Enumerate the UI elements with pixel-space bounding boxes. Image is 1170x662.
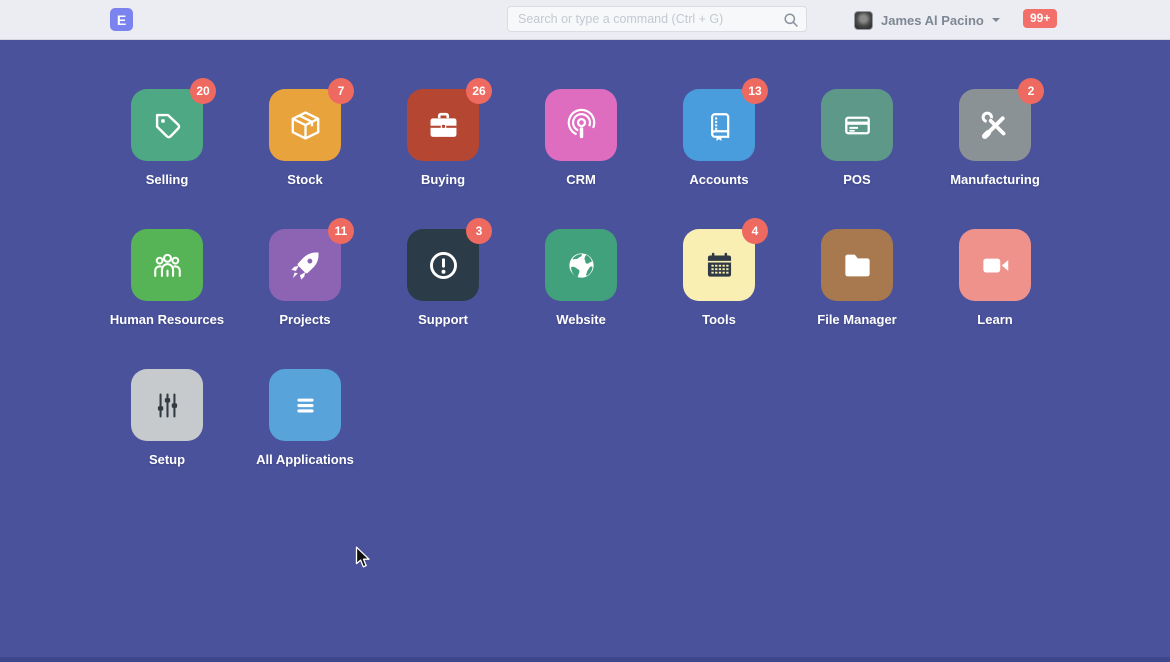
app-tile-buying[interactable]: 26 Buying [374, 89, 512, 187]
book-icon [701, 107, 738, 144]
app-label: Accounts [689, 172, 748, 187]
tag-icon [149, 107, 186, 144]
app-tile-square [821, 89, 893, 161]
app-tile-projects[interactable]: 11 Projects [236, 229, 374, 327]
user-avatar [854, 11, 873, 30]
app-label: Tools [702, 312, 736, 327]
app-label: Setup [149, 452, 185, 467]
user-menu[interactable]: James Al Pacino [854, 0, 1000, 40]
credit-card-icon [839, 107, 876, 144]
app-tile-square: 20 [131, 89, 203, 161]
desktop-background: 20 Selling 7 Stock 26 Buying CRM 13 Acco… [0, 40, 1170, 662]
app-tile-website[interactable]: Website [512, 229, 650, 327]
global-search [507, 6, 807, 32]
search-input[interactable] [508, 7, 806, 31]
people-icon [149, 247, 186, 284]
notifications-count-badge[interactable]: 99+ [1023, 9, 1057, 28]
app-tile-square: 11 [269, 229, 341, 301]
user-name: James Al Pacino [881, 13, 984, 28]
app-tile-selling[interactable]: 20 Selling [98, 89, 236, 187]
app-label: Stock [287, 172, 322, 187]
app-tile-square [131, 369, 203, 441]
issue-icon [425, 247, 462, 284]
app-label: Learn [977, 312, 1012, 327]
calendar-icon [701, 247, 738, 284]
app-label: Buying [421, 172, 465, 187]
app-label: POS [843, 172, 870, 187]
app-tile-all-applications[interactable]: All Applications [236, 369, 374, 467]
notification-badge: 2 [1018, 78, 1044, 104]
notification-badge: 20 [190, 78, 216, 104]
app-tile-square [545, 89, 617, 161]
app-label: Website [556, 312, 606, 327]
app-tile-human-resources[interactable]: Human Resources [98, 229, 236, 327]
app-tile-square: 7 [269, 89, 341, 161]
app-tile-crm[interactable]: CRM [512, 89, 650, 187]
notification-badge: 11 [328, 218, 354, 244]
app-tile-square [545, 229, 617, 301]
app-label: All Applications [256, 452, 354, 467]
mouse-cursor [355, 546, 372, 569]
search-icon [783, 12, 799, 28]
notification-badge: 4 [742, 218, 768, 244]
app-tile-square [959, 229, 1031, 301]
chevron-down-icon [992, 18, 1000, 22]
app-tile-square: 13 [683, 89, 755, 161]
app-tile-square: 2 [959, 89, 1031, 161]
app-label: Human Resources [110, 312, 224, 327]
app-label: Manufacturing [950, 172, 1040, 187]
notification-badge: 3 [466, 218, 492, 244]
app-tile-tools[interactable]: 4 Tools [650, 229, 788, 327]
app-logo-button[interactable]: E [110, 8, 133, 31]
app-label: CRM [566, 172, 596, 187]
podcast-icon [563, 107, 600, 144]
app-grid: 20 Selling 7 Stock 26 Buying CRM 13 Acco… [98, 89, 1064, 467]
app-tile-stock[interactable]: 7 Stock [236, 89, 374, 187]
notification-badge: 26 [466, 78, 492, 104]
notification-badge: 7 [328, 78, 354, 104]
app-tile-accounts[interactable]: 13 Accounts [650, 89, 788, 187]
rocket-icon [287, 247, 324, 284]
menu-icon [287, 387, 324, 424]
app-tile-learn[interactable]: Learn [926, 229, 1064, 327]
app-tile-square: 26 [407, 89, 479, 161]
app-tile-square [821, 229, 893, 301]
sliders-icon [149, 387, 186, 424]
app-tile-support[interactable]: 3 Support [374, 229, 512, 327]
app-tile-manufacturing[interactable]: 2 Manufacturing [926, 89, 1064, 187]
app-tile-square: 3 [407, 229, 479, 301]
app-tile-pos[interactable]: POS [788, 89, 926, 187]
folder-icon [839, 247, 876, 284]
navbar: E James Al Pacino 99+ [0, 0, 1170, 40]
app-tile-square [131, 229, 203, 301]
app-tile-square [269, 369, 341, 441]
notification-badge: 13 [742, 78, 768, 104]
app-label: Support [418, 312, 468, 327]
box-icon [287, 107, 324, 144]
app-label: Selling [146, 172, 189, 187]
bottom-edge-strip [0, 657, 1170, 662]
app-tile-square: 4 [683, 229, 755, 301]
video-icon [977, 247, 1014, 284]
app-label: File Manager [817, 312, 896, 327]
app-tile-file-manager[interactable]: File Manager [788, 229, 926, 327]
app-tile-setup[interactable]: Setup [98, 369, 236, 467]
app-label: Projects [279, 312, 330, 327]
briefcase-icon [425, 107, 462, 144]
globe-icon [563, 247, 600, 284]
app-logo-letter: E [117, 12, 126, 28]
tools-icon [977, 107, 1014, 144]
